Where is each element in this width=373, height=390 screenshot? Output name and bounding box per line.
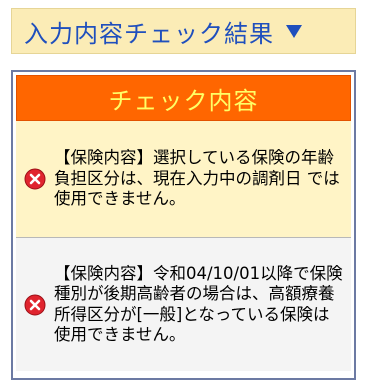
triangle-down-icon[interactable] xyxy=(286,24,302,38)
error-message-text: 【保険内容】選択している保険の年齢負担区分は、現在入力中の調剤日 では使用できま… xyxy=(54,148,340,209)
error-message-text: 【保険内容】令和04/10/01以降で保険種別が後期高齢者の場合は、高額療養所得… xyxy=(54,263,343,345)
check-content-title: チェック内容 xyxy=(16,75,351,121)
error-icon xyxy=(24,168,46,190)
error-message-2: 【保険内容】令和04/10/01以降で保険種別が後期高齢者の場合は、高額療養所得… xyxy=(16,238,351,371)
check-result-window: 入力内容チェック結果 チェック内容 【保険内容】選択している保険の年齢負担区分は… xyxy=(0,0,373,390)
error-icon xyxy=(24,294,46,315)
error-message-1: 【保険内容】選択している保険の年齢負担区分は、現在入力中の調剤日 では使用できま… xyxy=(16,121,351,238)
check-result-header[interactable]: 入力内容チェック結果 xyxy=(11,8,356,54)
check-result-title: 入力内容チェック結果 xyxy=(24,19,274,48)
check-content-panel: チェック内容 【保険内容】選択している保険の年齢負担区分は、現在入力中の調剤日 … xyxy=(11,70,356,380)
